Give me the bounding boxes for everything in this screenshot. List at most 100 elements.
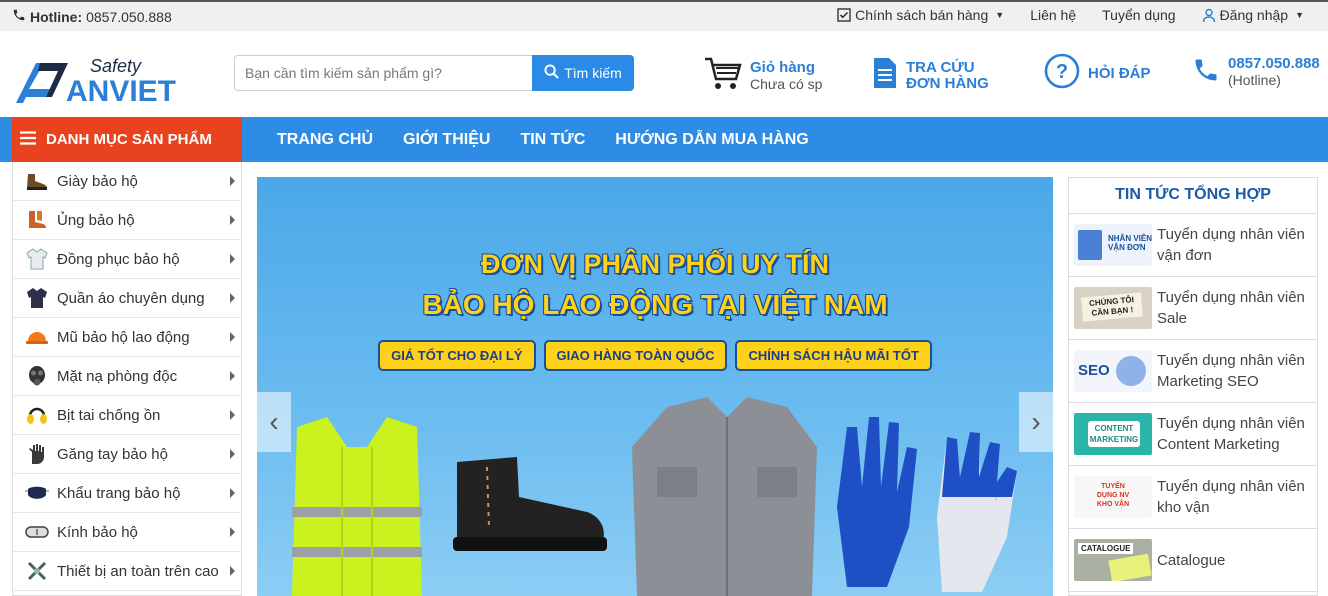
header: Safety ANVIET Tìm kiếm Giỏ hàng Chưa có … (0, 31, 1328, 117)
helmet-icon (25, 326, 49, 348)
category-label: Đồng phục bảo hộ (57, 250, 180, 268)
hotline-label: Hotline: (30, 8, 83, 25)
banner-products-image (292, 397, 1017, 596)
question-icon: ? (1044, 53, 1080, 94)
main-nav: DANH MỤC SẢN PHẨM TRANG CHỦ GIỚI THIỆU T… (0, 117, 1328, 162)
news-thumbnail: CATALOGUE (1074, 539, 1152, 581)
category-item[interactable]: Quần áo chuyên dụng (13, 279, 241, 318)
news-item-title: Tuyển dụng nhân viên Content Marketing (1157, 415, 1305, 453)
news-item-title: Tuyển dụng nhân viên kho vận (1157, 478, 1305, 516)
hotline-phone: 0857.050.888 (1228, 55, 1320, 72)
news-thumbnail: CONTENT MARKETING (1074, 413, 1152, 455)
category-sidebar: Giày bảo hộ Ủng bảo hộ Đồng phục bảo hộ … (12, 162, 242, 596)
category-label: Mũ bảo hộ lao động (57, 328, 190, 346)
link-sales-policy[interactable]: Chính sách bán hàng ▼ (837, 7, 1004, 23)
category-item[interactable]: Mặt nạ phòng độc (13, 357, 241, 396)
chevron-right-icon (230, 332, 235, 342)
category-item[interactable]: Găng tay bảo hộ (13, 435, 241, 474)
news-item[interactable]: TUYỂN DỤNG NV KHO VẬN Tuyển dụng nhân vi… (1069, 466, 1317, 529)
category-item[interactable]: Giày bảo hộ (13, 162, 241, 201)
order-lookup-line1: TRA CỨU (906, 58, 975, 76)
hotline-block[interactable]: 0857.050.888 (Hotline) (1192, 55, 1320, 90)
nav-news[interactable]: TIN TỨC (505, 131, 600, 149)
category-item[interactable]: Kính bảo hộ (13, 513, 241, 552)
link-contact[interactable]: Liên hệ (1030, 7, 1076, 23)
news-thumbnail: NHÂN VIÊN VẬN ĐƠN (1074, 224, 1152, 266)
category-label: Bịt tai chống ồn (57, 406, 161, 424)
news-item-title: Tuyển dụng nhân viên Marketing SEO (1157, 352, 1305, 390)
banner-badge: GIÁ TỐT CHO ĐẠI LÝ (378, 340, 536, 371)
category-item[interactable]: Bịt tai chống ồn (13, 396, 241, 435)
category-label: Kính bảo hộ (57, 523, 138, 541)
hero-banner[interactable]: ĐƠN VỊ PHÂN PHỐI UY TÍN BẢO HỘ LAO ĐỘNG … (257, 177, 1053, 596)
nav-buying-guide[interactable]: HƯỚNG DẪN MUA HÀNG (600, 131, 823, 149)
chevron-down-icon: ▼ (995, 10, 1005, 20)
hotline-number: 0857.050.888 (86, 8, 172, 25)
cart-link[interactable]: Giỏ hàng Chưa có sp (704, 56, 822, 97)
slider-next-button[interactable]: › (1019, 392, 1053, 452)
hotline-sub: (Hotline) (1228, 72, 1281, 88)
thumbnail-caption: TUYỂN DỤNG NV KHO VẬN (1096, 483, 1130, 508)
banner-headline-1: ĐƠN VỊ PHÂN PHỐI UY TÍN (480, 249, 830, 279)
logo-wordmark: ANVIET (66, 75, 176, 107)
news-panel: TIN TỨC TỔNG HỢP NHÂN VIÊN VẬN ĐƠN Tuyển… (1068, 177, 1318, 596)
chevron-right-icon (230, 449, 235, 459)
search-input[interactable] (234, 55, 532, 91)
chevron-right-icon (230, 371, 235, 381)
user-icon (1202, 8, 1216, 23)
jacket-icon (25, 287, 49, 309)
chevron-right-icon (230, 215, 235, 225)
cart-count: Chưa có sp (750, 76, 823, 92)
chevron-right-icon (230, 293, 235, 303)
nav-home[interactable]: TRANG CHỦ (262, 131, 388, 149)
harness-icon (25, 560, 49, 582)
gas-mask-icon (25, 365, 49, 387)
top-menu: TRANG CHỦ GIỚI THIỆU TIN TỨC HƯỚNG DẪN M… (262, 117, 824, 162)
category-item[interactable]: Ủng bảo hộ (13, 201, 241, 240)
slider-prev-button[interactable]: ‹ (257, 392, 291, 452)
topbar-hotline[interactable]: Hotline: 0857.050.888 (12, 8, 172, 25)
news-item[interactable]: NHÂN VIÊN VẬN ĐƠN Tuyển dụng nhân viên v… (1069, 214, 1317, 277)
glove-icon (25, 443, 49, 465)
thumbnail-caption: SEO (1078, 362, 1110, 379)
boot-icon (25, 170, 49, 192)
news-item[interactable]: CONTENT MARKETING Tuyển dụng nhân viên C… (1069, 403, 1317, 466)
order-lookup-line2: ĐƠN HÀNG (906, 74, 989, 92)
earmuff-icon (25, 404, 49, 426)
news-item[interactable]: CHÚNG TÔI CẦN BẠN ! Tuyển dụng nhân viên… (1069, 277, 1317, 340)
news-item[interactable]: SEO Tuyển dụng nhân viên Marketing SEO (1069, 340, 1317, 403)
category-label: Thiết bị an toàn trên cao (57, 562, 219, 580)
banner-badge: GIAO HÀNG TOÀN QUỐC (543, 340, 728, 371)
thumbnail-caption: CONTENT MARKETING (1088, 421, 1140, 447)
news-item-title: Catalogue (1157, 551, 1226, 569)
hamburger-icon (20, 130, 36, 149)
link-login[interactable]: Đăng nhập ▼ (1202, 7, 1304, 23)
thumbnail-caption: CATALOGUE (1078, 543, 1134, 554)
link-recruitment[interactable]: Tuyển dụng (1102, 7, 1175, 23)
category-menu-toggle[interactable]: DANH MỤC SẢN PHẨM (12, 117, 242, 162)
search-icon (544, 64, 560, 82)
category-item[interactable]: Mũ bảo hộ lao động (13, 318, 241, 357)
search-button-label: Tìm kiếm (564, 65, 622, 81)
search-button[interactable]: Tìm kiếm (532, 55, 634, 91)
news-item-title: Tuyển dụng nhân viên Sale (1157, 289, 1305, 327)
order-lookup-link[interactable]: TRA CỨU ĐƠN HÀNG (872, 56, 989, 95)
chevron-right-icon: › (1031, 406, 1041, 437)
link-label: Chính sách bán hàng (855, 7, 989, 23)
category-item[interactable]: Khẩu trang bảo hộ (13, 474, 241, 513)
category-item[interactable]: Đồng phục bảo hộ (13, 240, 241, 279)
category-item[interactable]: Thiết bị an toàn trên cao (13, 552, 241, 591)
cart-title: Giỏ hàng (750, 59, 815, 76)
chevron-right-icon (230, 254, 235, 264)
nav-about[interactable]: GIỚI THIỆU (388, 131, 505, 149)
thumbnail-caption: NHÂN VIÊN VẬN ĐƠN (1108, 234, 1152, 252)
news-item-title: Tuyển dụng nhân viên vận đơn (1157, 226, 1305, 264)
news-item[interactable]: CATALOGUE Catalogue (1069, 529, 1317, 592)
faq-link[interactable]: ? HỎI ĐÁP (1044, 53, 1151, 94)
banner-badge: CHÍNH SÁCH HẬU MÃI TỐT (735, 340, 932, 371)
chevron-right-icon (230, 488, 235, 498)
category-label: Quần áo chuyên dụng (57, 289, 205, 307)
rubber-boot-icon (25, 209, 49, 231)
site-logo[interactable]: Safety ANVIET (14, 51, 204, 107)
phone-icon (1192, 55, 1220, 90)
